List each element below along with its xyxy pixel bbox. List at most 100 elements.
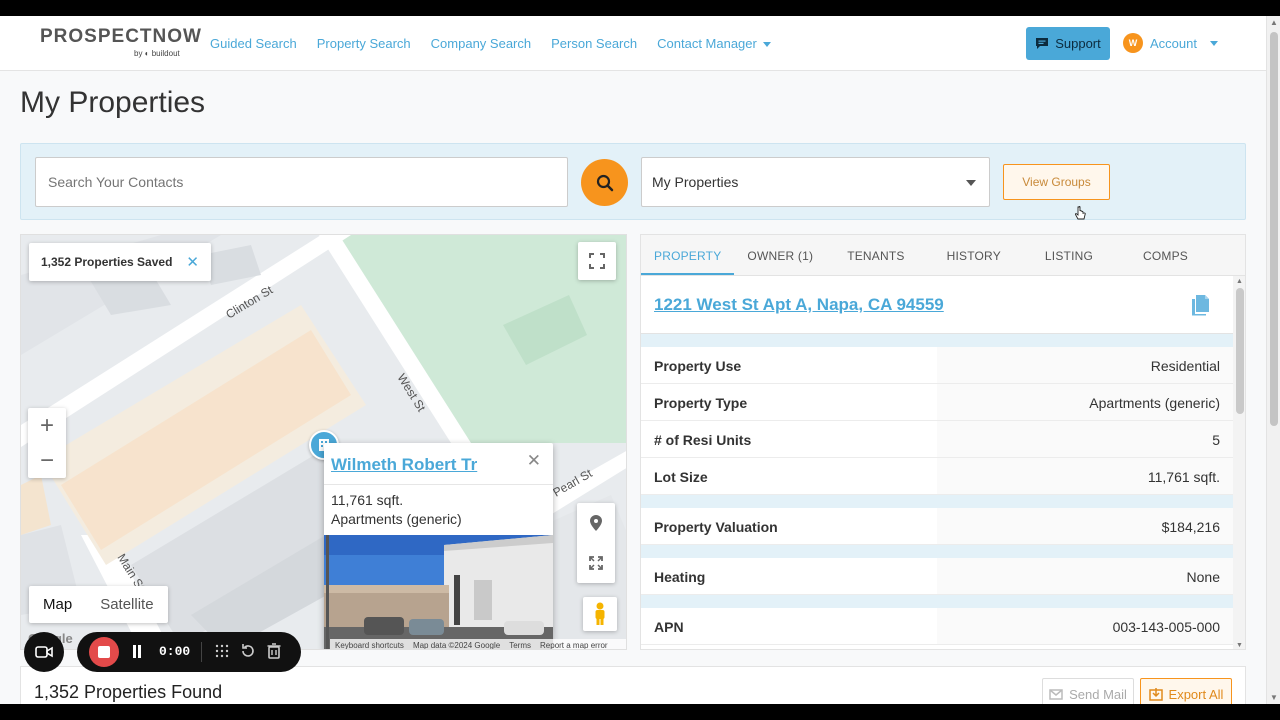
send-mail-label: Send Mail — [1069, 686, 1127, 702]
logo-word-now: NOW — [152, 26, 202, 47]
chevron-down-icon — [762, 42, 771, 48]
map-location-controls — [577, 503, 615, 583]
map-type-map[interactable]: Map — [29, 586, 86, 623]
row-label: # of Resi Units — [654, 432, 752, 448]
recording-timer: 0:00 — [159, 644, 191, 659]
table-row: APN 003-143-005-000 — [641, 608, 1233, 645]
row-value: Apartments (generic) — [1089, 395, 1220, 411]
keyboard-shortcuts-link[interactable]: Keyboard shortcuts — [335, 641, 404, 650]
search-button[interactable] — [581, 159, 628, 206]
report-error-link[interactable]: Report a map error — [540, 641, 608, 650]
chevron-down-icon — [1209, 40, 1218, 46]
scroll-up-icon: ▲ — [1270, 18, 1278, 27]
prospectnow-logo[interactable]: PROSPECTNOW by ◐ buildout — [40, 26, 202, 58]
tab-tenants[interactable]: TENANTS — [826, 235, 917, 275]
row-label: Property Valuation — [654, 519, 778, 535]
stop-recording-button[interactable] — [89, 637, 119, 667]
chat-icon — [1036, 38, 1049, 49]
scroll-down-icon: ▼ — [1270, 693, 1278, 702]
export-icon — [1148, 688, 1163, 701]
restart-icon[interactable] — [240, 643, 256, 659]
results-count: 1,352 Properties Found — [34, 682, 223, 702]
logo-byline: by ◐ buildout — [134, 49, 180, 58]
expand-icon — [589, 556, 603, 570]
camera-icon — [35, 646, 53, 658]
row-label: Heating — [654, 569, 706, 585]
dropdown-arrow-icon — [966, 180, 976, 186]
map-view[interactable]: Clinton St West St Pearl St Main St 1,35… — [20, 234, 627, 650]
account-menu[interactable]: W Account — [1123, 33, 1218, 53]
export-all-label: Export All — [1168, 686, 1224, 702]
avatar: W — [1123, 33, 1143, 53]
property-details-panel: PROPERTY OWNER (1) TENANTS HISTORY LISTI… — [640, 234, 1246, 650]
zoom-controls: + − — [28, 408, 66, 478]
support-button[interactable]: Support — [1026, 27, 1110, 60]
details-scrollbar[interactable]: ▲ ▼ — [1233, 276, 1245, 649]
row-label: APN — [654, 619, 684, 635]
street-view-pegman-button[interactable] — [583, 597, 617, 631]
properties-saved-chip: 1,352 Properties Saved ✕ — [29, 243, 211, 281]
my-location-button[interactable] — [577, 503, 615, 543]
close-icon[interactable]: ✕ — [527, 451, 541, 471]
send-mail-button[interactable]: Send Mail — [1042, 678, 1134, 704]
tab-history[interactable]: HISTORY — [918, 235, 1014, 275]
popup-lot-size: 11,761 sqft. — [331, 492, 404, 508]
app-window: PROSPECTNOW by ◐ buildout Guided Search … — [0, 16, 1280, 704]
scroll-down-icon: ▼ — [1236, 642, 1243, 649]
nav-property-search[interactable]: Property Search — [317, 36, 411, 51]
zoom-out-button[interactable]: − — [28, 443, 66, 478]
nav-person-search[interactable]: Person Search — [551, 36, 637, 51]
nav-contact-manager-label: Contact Manager — [657, 36, 757, 51]
street-view-photo — [324, 535, 553, 649]
popup-property-type: Apartments (generic) — [331, 511, 462, 527]
table-row: Property Use Residential — [641, 347, 1233, 384]
details-tabs: PROPERTY OWNER (1) TENANTS HISTORY LISTI… — [641, 235, 1245, 276]
terms-link[interactable]: Terms — [509, 641, 531, 650]
tab-listing[interactable]: LISTING — [1014, 235, 1106, 275]
trash-icon[interactable] — [267, 643, 281, 659]
support-label: Support — [1055, 36, 1101, 51]
property-details-table: Property Use Residential Property Type Apa… — [641, 334, 1233, 645]
table-row: # of Resi Units 5 — [641, 421, 1233, 458]
fullscreen-icon — [589, 253, 605, 269]
row-value: $184,216 — [1161, 519, 1220, 535]
fullscreen-button[interactable] — [578, 242, 616, 280]
zoom-in-button[interactable]: + — [28, 408, 66, 443]
properties-saved-label: 1,352 Properties Saved — [41, 255, 173, 269]
table-row: Property Valuation $184,216 — [641, 508, 1233, 545]
nav-contact-manager[interactable]: Contact Manager — [657, 36, 771, 51]
popup-owner-link[interactable]: Wilmeth Robert Tr — [331, 455, 477, 475]
scroll-thumb[interactable] — [1236, 288, 1244, 414]
search-input[interactable] — [35, 157, 568, 207]
section-divider — [641, 334, 1233, 347]
table-row: Heating None — [641, 558, 1233, 595]
nav-guided-search[interactable]: Guided Search — [210, 36, 297, 51]
search-bar: My Properties View Groups — [20, 143, 1246, 220]
map-data-text: Map data ©2024 Google — [412, 640, 501, 650]
row-value: Residential — [1150, 358, 1220, 374]
row-label: Property Use — [654, 358, 742, 374]
camera-toggle-button[interactable] — [24, 632, 64, 672]
fit-bounds-button[interactable] — [577, 543, 615, 583]
address-row: 1221 West St Apt A, Napa, CA 94559 — [641, 276, 1233, 334]
close-icon[interactable]: ✕ — [186, 253, 199, 271]
table-row: Property Type Apartments (generic) — [641, 384, 1233, 421]
property-popup: Wilmeth Robert Tr ✕ 11,761 sqft. Apartme… — [324, 443, 553, 649]
property-address-link[interactable]: 1221 West St Apt A, Napa, CA 94559 — [654, 295, 944, 315]
page-scrollbar[interactable]: ▲ ▼ — [1266, 16, 1280, 704]
row-value: None — [1186, 569, 1220, 585]
export-all-button[interactable]: Export All — [1140, 678, 1232, 704]
mouse-cursor-icon — [1075, 206, 1086, 220]
nav-company-search[interactable]: Company Search — [431, 36, 531, 51]
copy-icon[interactable] — [1190, 294, 1210, 316]
list-select[interactable]: My Properties — [641, 157, 990, 207]
map-type-satellite[interactable]: Satellite — [86, 586, 167, 623]
tab-property[interactable]: PROPERTY — [641, 235, 735, 275]
pause-icon[interactable] — [132, 645, 142, 659]
scroll-thumb[interactable] — [1270, 32, 1278, 426]
tab-owner[interactable]: OWNER (1) — [734, 235, 826, 275]
tab-comps[interactable]: COMPS — [1106, 235, 1201, 275]
view-groups-button[interactable]: View Groups — [1003, 164, 1110, 200]
section-divider — [641, 495, 1233, 508]
grid-dots-icon[interactable] — [214, 643, 230, 659]
